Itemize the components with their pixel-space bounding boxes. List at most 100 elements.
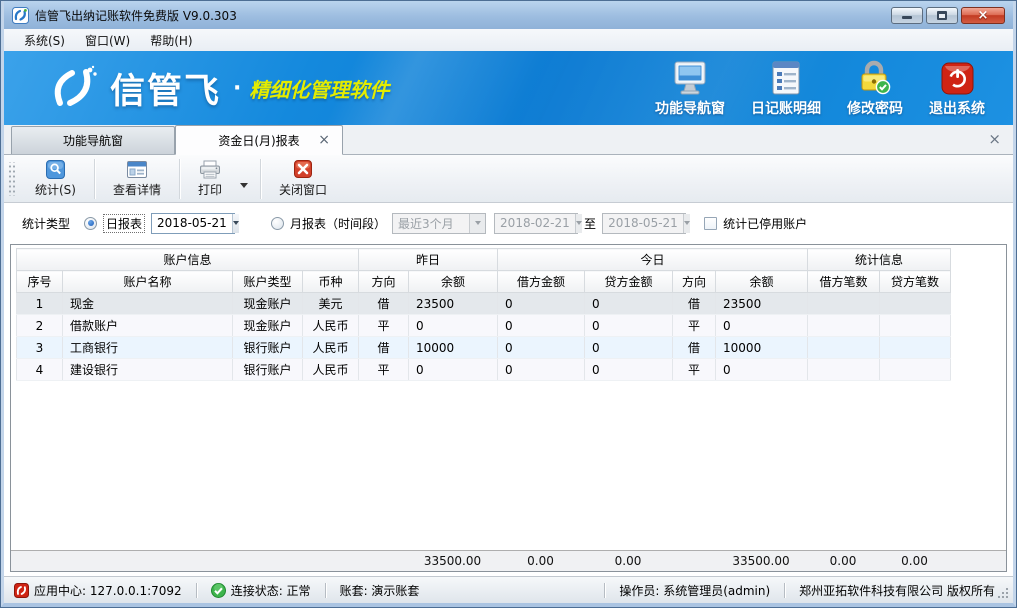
column-header[interactable]: 贷方笔数 (880, 271, 951, 293)
table-row[interactable]: 3工商银行银行账户人民币借1000000借10000 (17, 337, 951, 359)
cell[interactable]: 现金账户 (233, 315, 303, 337)
cell[interactable]: 借 (359, 337, 409, 359)
cell[interactable]: 平 (359, 315, 409, 337)
menu-system[interactable]: 系统(S) (14, 30, 75, 51)
tab-close-icon[interactable]: × (318, 133, 330, 147)
daily-report-radio[interactable] (84, 217, 97, 230)
menu-window[interactable]: 窗口(W) (75, 30, 140, 51)
monthly-report-radio[interactable] (271, 217, 284, 230)
cell[interactable]: 平 (673, 359, 716, 381)
start-date-select[interactable]: 2018-02-21 (494, 213, 578, 234)
cell[interactable]: 平 (359, 359, 409, 381)
column-header[interactable]: 借方金额 (498, 271, 585, 293)
cell[interactable]: 0 (498, 359, 585, 381)
column-header[interactable]: 账户类型 (233, 271, 303, 293)
monthly-report-label[interactable]: 月报表（时间段） (290, 215, 386, 232)
minimize-button[interactable] (891, 7, 923, 24)
cell[interactable]: 10000 (716, 337, 808, 359)
cell[interactable]: 银行账户 (233, 337, 303, 359)
cell[interactable] (880, 337, 951, 359)
stats-button[interactable]: 统计(S) (19, 156, 92, 201)
cell[interactable]: 现金 (63, 293, 233, 315)
cell[interactable]: 人民币 (303, 359, 359, 381)
cell[interactable]: 4 (17, 359, 63, 381)
cell[interactable] (808, 293, 880, 315)
cell[interactable]: 0 (498, 315, 585, 337)
column-header[interactable]: 账户名称 (63, 271, 233, 293)
cell[interactable]: 借 (359, 293, 409, 315)
daily-report-label[interactable]: 日报表 (103, 214, 145, 233)
cell[interactable] (880, 293, 951, 315)
cell[interactable]: 23500 (409, 293, 498, 315)
tab-fund-report[interactable]: 资金日(月)报表 × (175, 125, 343, 155)
column-group-header[interactable]: 今日 (498, 249, 808, 271)
column-header[interactable]: 余额 (716, 271, 808, 293)
cell[interactable] (808, 359, 880, 381)
cell[interactable]: 0 (409, 359, 498, 381)
include-disabled-label[interactable]: 统计已停用账户 (723, 215, 807, 232)
print-button[interactable]: 打印 (182, 156, 238, 201)
cell[interactable]: 0 (716, 315, 808, 337)
cell[interactable]: 建设银行 (63, 359, 233, 381)
cell[interactable]: 0 (585, 337, 673, 359)
nav-window-button[interactable]: 功能导航窗 (655, 59, 725, 118)
menu-help[interactable]: 帮助(H) (140, 30, 202, 51)
cell[interactable]: 借 (673, 337, 716, 359)
cell[interactable]: 23500 (716, 293, 808, 315)
table-row[interactable]: 2借款账户现金账户人民币平000平0 (17, 315, 951, 337)
toolbar-grip-handle[interactable] (8, 162, 15, 196)
cell[interactable]: 美元 (303, 293, 359, 315)
column-header[interactable]: 序号 (17, 271, 63, 293)
chevron-down-icon[interactable] (232, 214, 239, 233)
cell[interactable]: 借 (673, 293, 716, 315)
range-preset-select[interactable]: 最近3个月 (392, 213, 486, 234)
cell[interactable]: 工商银行 (63, 337, 233, 359)
cell[interactable]: 0 (716, 359, 808, 381)
column-group-header[interactable]: 昨日 (359, 249, 498, 271)
table-row[interactable]: 1现金现金账户美元借2350000借23500 (17, 293, 951, 315)
column-header[interactable]: 方向 (673, 271, 716, 293)
cell[interactable]: 0 (585, 293, 673, 315)
tabstrip-close-icon[interactable]: × (988, 132, 1001, 147)
cell[interactable]: 3 (17, 337, 63, 359)
daily-date-select[interactable]: 2018-05-21 (151, 213, 235, 234)
journal-detail-button[interactable]: 日记账明细 (751, 59, 821, 118)
view-details-button[interactable]: 查看详情 (97, 156, 177, 201)
cell[interactable]: 10000 (409, 337, 498, 359)
cell[interactable]: 人民币 (303, 315, 359, 337)
column-header[interactable]: 方向 (359, 271, 409, 293)
cell[interactable]: 借款账户 (63, 315, 233, 337)
cell[interactable] (808, 337, 880, 359)
cell[interactable]: 0 (585, 315, 673, 337)
tab-nav-window[interactable]: 功能导航窗 (11, 126, 175, 154)
cell[interactable]: 0 (409, 315, 498, 337)
column-header[interactable]: 币种 (303, 271, 359, 293)
maximize-button[interactable] (926, 7, 958, 24)
cell[interactable]: 0 (585, 359, 673, 381)
cell[interactable]: 现金账户 (233, 293, 303, 315)
cell[interactable]: 平 (673, 315, 716, 337)
exit-system-button[interactable]: 退出系统 (929, 59, 985, 118)
change-password-button[interactable]: 修改密码 (847, 59, 903, 118)
close-button[interactable]: × (961, 7, 1005, 24)
include-disabled-checkbox[interactable] (704, 217, 717, 230)
cell[interactable]: 1 (17, 293, 63, 315)
cell[interactable]: 2 (17, 315, 63, 337)
cell[interactable]: 人民币 (303, 337, 359, 359)
column-header[interactable]: 贷方金额 (585, 271, 673, 293)
end-date-select[interactable]: 2018-05-21 (602, 213, 686, 234)
column-header[interactable]: 借方笔数 (808, 271, 880, 293)
table-row[interactable]: 4建设银行银行账户人民币平000平0 (17, 359, 951, 381)
cell[interactable] (880, 315, 951, 337)
print-dropdown-arrow[interactable] (240, 183, 248, 188)
cell[interactable]: 0 (498, 293, 585, 315)
cell[interactable] (880, 359, 951, 381)
column-group-header[interactable]: 账户信息 (17, 249, 359, 271)
close-window-button[interactable]: 关闭窗口 (263, 156, 343, 201)
cell[interactable]: 0 (498, 337, 585, 359)
cell[interactable]: 银行账户 (233, 359, 303, 381)
column-group-header[interactable]: 统计信息 (808, 249, 951, 271)
resize-grip[interactable] (997, 587, 1009, 599)
column-header[interactable]: 余额 (409, 271, 498, 293)
cell[interactable] (808, 315, 880, 337)
